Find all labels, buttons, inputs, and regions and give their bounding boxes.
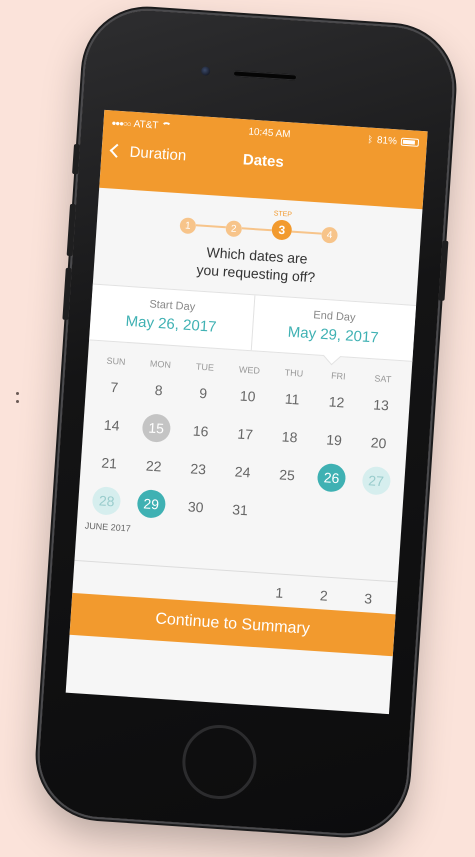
day-number: 20 bbox=[370, 434, 387, 452]
battery-icon bbox=[400, 137, 420, 147]
background-mark bbox=[16, 392, 19, 395]
day-number: 9 bbox=[198, 384, 208, 402]
calendar-day[interactable]: 2 bbox=[301, 586, 347, 605]
day-number: 18 bbox=[281, 428, 298, 446]
bluetooth-icon: ᛒ bbox=[367, 134, 374, 145]
calendar-day[interactable]: 24 bbox=[219, 455, 265, 488]
day-number: 22 bbox=[145, 457, 163, 475]
weekday-label: MON bbox=[149, 358, 172, 370]
step-number: 1 bbox=[179, 217, 197, 235]
calendar-day-in-range[interactable]: 27 bbox=[353, 464, 399, 497]
calendar-day-today[interactable]: 15 bbox=[133, 412, 179, 445]
phone-device: ●●●○○ AT&T 10:45 AM ᛒ 81% Duration Dates bbox=[35, 6, 457, 838]
calendar-day-end-selected[interactable]: 29 bbox=[128, 487, 174, 520]
signal-icon: ●●●○○ bbox=[111, 117, 131, 129]
calendar-day-start-selected[interactable]: 26 bbox=[308, 461, 354, 494]
step-connector bbox=[291, 230, 322, 235]
calendar-day[interactable]: 12 bbox=[313, 386, 359, 419]
calendar-day[interactable]: 14 bbox=[89, 409, 135, 442]
weekday-label: FRI bbox=[330, 370, 346, 382]
day-number: 15 bbox=[141, 413, 172, 443]
day-number: 17 bbox=[236, 425, 254, 443]
calendar-day[interactable]: 19 bbox=[311, 423, 357, 456]
weekday-label: TUE bbox=[195, 361, 215, 373]
calendar-day[interactable]: 8 bbox=[136, 374, 182, 407]
calendar-day[interactable]: 31 bbox=[217, 493, 263, 526]
calendar-day[interactable]: 11 bbox=[269, 383, 315, 416]
calendar-day[interactable] bbox=[123, 574, 169, 593]
carrier-name: AT&T bbox=[133, 118, 159, 132]
step-3-current: STEP 3 bbox=[271, 210, 293, 241]
day-number: 12 bbox=[328, 393, 345, 411]
calendar-day[interactable]: 21 bbox=[86, 447, 132, 480]
step-connector bbox=[241, 227, 272, 232]
calendar-day[interactable]: 30 bbox=[172, 490, 218, 523]
day-number: 30 bbox=[187, 498, 204, 516]
day-number: 28 bbox=[91, 486, 122, 516]
step-number: 4 bbox=[321, 226, 339, 244]
day-number: 11 bbox=[284, 390, 300, 408]
weekday-label: SAT bbox=[374, 373, 392, 385]
step-number: 2 bbox=[225, 220, 243, 238]
day-number: 10 bbox=[239, 387, 257, 405]
step-1: 1 bbox=[179, 208, 197, 235]
calendar-day-in-range[interactable]: 28 bbox=[84, 485, 130, 518]
app-screen: ●●●○○ AT&T 10:45 AM ᛒ 81% Duration Dates bbox=[65, 109, 428, 715]
calendar-day[interactable] bbox=[168, 577, 214, 596]
date-range-summary: Start Day May 26, 2017 End Day May 29, 2… bbox=[89, 283, 417, 366]
day-number: 27 bbox=[361, 465, 391, 496]
status-time: 10:45 AM bbox=[248, 126, 291, 140]
calendar-day[interactable]: 16 bbox=[177, 415, 223, 448]
battery-percent: 81% bbox=[376, 134, 398, 147]
calendar-day[interactable] bbox=[79, 571, 125, 590]
calendar-day[interactable]: 22 bbox=[130, 450, 176, 483]
day-number: 25 bbox=[278, 466, 296, 484]
calendar-day[interactable]: 10 bbox=[224, 380, 270, 413]
calendar-day[interactable]: 1 bbox=[257, 583, 303, 602]
calendar-day[interactable]: 3 bbox=[346, 589, 392, 608]
day-number: 23 bbox=[189, 460, 207, 478]
step-4: 4 bbox=[321, 218, 339, 244]
calendar-day[interactable]: 23 bbox=[175, 452, 221, 485]
calendar-day[interactable]: 25 bbox=[264, 458, 310, 491]
day-number: 31 bbox=[231, 501, 249, 519]
day-number: 14 bbox=[103, 416, 121, 434]
day-number: 19 bbox=[325, 431, 343, 449]
day-number: 8 bbox=[154, 381, 164, 399]
step-2: 2 bbox=[225, 211, 243, 238]
day-number: 26 bbox=[316, 462, 347, 493]
day-number: 29 bbox=[136, 489, 167, 519]
day-number: 7 bbox=[109, 378, 119, 396]
background-mark bbox=[16, 400, 19, 403]
calendar-day[interactable]: 9 bbox=[180, 377, 226, 410]
calendar-day[interactable]: 13 bbox=[358, 388, 404, 421]
weekday-label: THU bbox=[284, 367, 304, 379]
calendar-day[interactable] bbox=[212, 580, 258, 599]
weekday-label: SUN bbox=[106, 355, 126, 367]
calendar-day[interactable]: 18 bbox=[266, 420, 312, 453]
calendar-grid: 7 8 9 10 11 12 13 14 15 16 17 18 19 20 2… bbox=[78, 370, 411, 535]
back-button[interactable]: Duration bbox=[109, 142, 187, 164]
day-number: 21 bbox=[100, 454, 118, 472]
day-number: 16 bbox=[192, 422, 210, 440]
weekday-label: WED bbox=[238, 364, 261, 376]
start-day-field[interactable]: Start Day May 26, 2017 bbox=[89, 285, 254, 351]
calendar-day[interactable]: 7 bbox=[91, 371, 137, 404]
day-number: 24 bbox=[234, 463, 251, 481]
calendar-day[interactable]: 17 bbox=[222, 418, 268, 451]
step-number: 3 bbox=[271, 219, 293, 241]
chevron-left-icon bbox=[109, 143, 124, 158]
back-button-label: Duration bbox=[129, 143, 187, 164]
day-number: 13 bbox=[372, 396, 390, 414]
wifi-icon bbox=[161, 122, 172, 131]
calendar-day[interactable]: 20 bbox=[355, 426, 401, 459]
step-connector bbox=[195, 224, 226, 229]
